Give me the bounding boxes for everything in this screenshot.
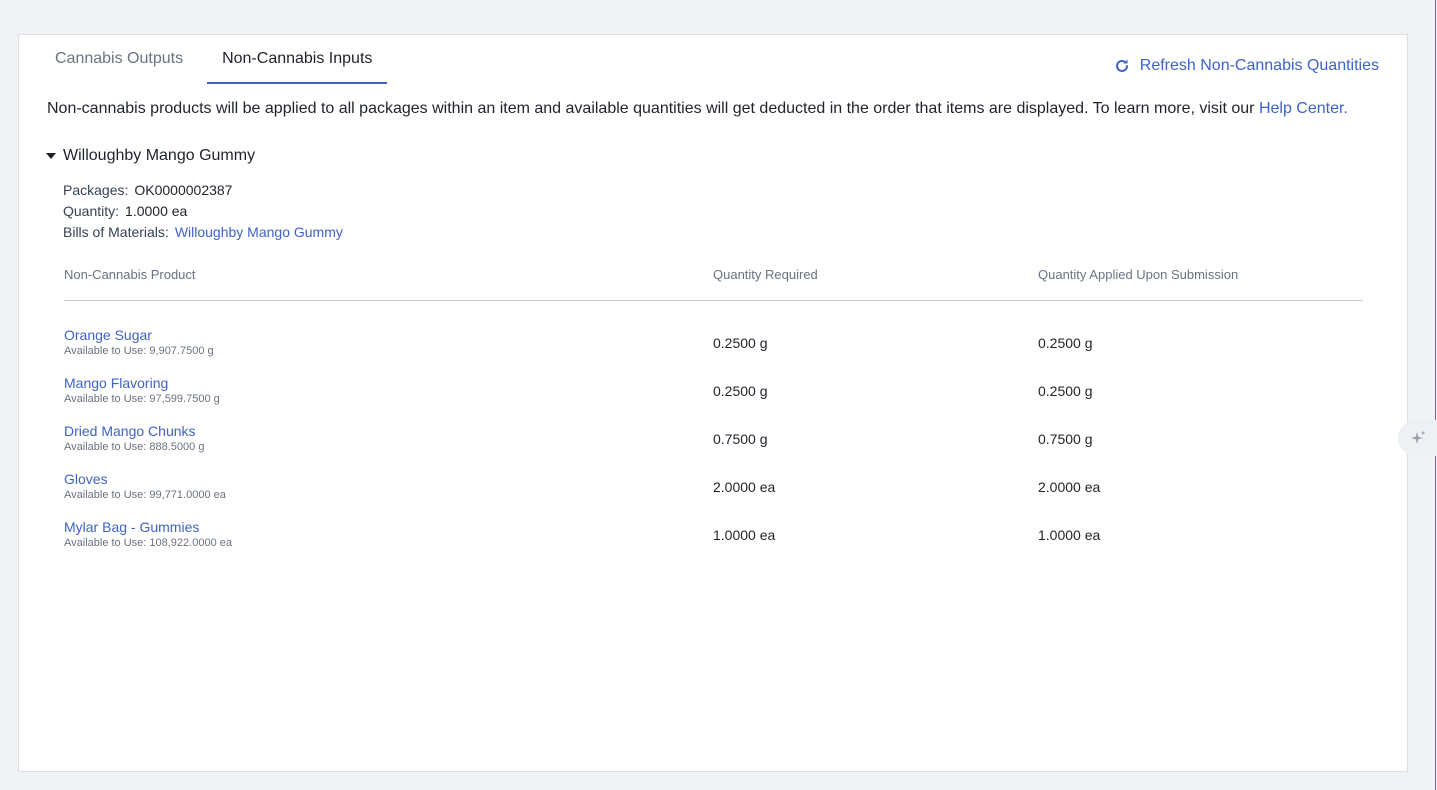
- refresh-label: Refresh Non-Cannabis Quantities: [1139, 57, 1379, 74]
- available-text: Available to Use: 888.5000 g: [64, 441, 205, 453]
- available-text: Available to Use: 108,922.0000 ea: [64, 537, 232, 549]
- product-cell: Mango Flavoring Available to Use: 97,599…: [64, 375, 713, 407]
- quantity-applied: 1.0000 ea: [1038, 527, 1101, 543]
- packages-value: OK0000002387: [134, 182, 233, 198]
- available-text: Available to Use: 99,771.0000 ea: [64, 489, 226, 501]
- product-link[interactable]: Mylar Bag - Gummies: [64, 519, 713, 535]
- table-row: Mylar Bag - Gummies Available to Use: 10…: [64, 511, 1363, 559]
- quantity-applied: 2.0000 ea: [1038, 479, 1101, 495]
- product-cell: Gloves Available to Use: 99,771.0000 ea: [64, 471, 713, 503]
- quantity-applied: 0.2500 g: [1038, 335, 1093, 351]
- table-row: Gloves Available to Use: 99,771.0000 ea …: [64, 463, 1363, 511]
- assistant-button[interactable]: [1398, 420, 1437, 456]
- tab-bar: Cannabis Outputs Non-Cannabis Inputs: [47, 35, 403, 84]
- available-text: Available to Use: 97,599.7500 g: [64, 393, 220, 405]
- available-text: Available to Use: 9,907.7500 g: [64, 345, 214, 357]
- product-cell: Mylar Bag - Gummies Available to Use: 10…: [64, 519, 713, 551]
- tab-cannabis-outputs[interactable]: Cannabis Outputs: [47, 35, 191, 84]
- product-cell: Dried Mango Chunks Available to Use: 888…: [64, 423, 713, 455]
- intro-text: Non-cannabis products will be applied to…: [47, 100, 1348, 118]
- product-link[interactable]: Orange Sugar: [64, 327, 713, 343]
- tab-label: Cannabis Outputs: [55, 49, 184, 67]
- quantity-required: 0.2500 g: [713, 335, 768, 351]
- refresh-quantities-button[interactable]: Refresh Non-Cannabis Quantities: [1114, 57, 1379, 75]
- quantity-applied: 0.7500 g: [1038, 431, 1093, 447]
- table-body: Orange Sugar Available to Use: 9,907.750…: [64, 301, 1363, 559]
- caret-down-icon: [46, 153, 56, 159]
- bom-label: Bills of Materials:: [63, 224, 169, 240]
- packages-label: Packages:: [63, 182, 129, 198]
- quantity-required: 0.7500 g: [713, 431, 768, 447]
- bom-link[interactable]: Willoughby Mango Gummy: [175, 224, 343, 240]
- table-row: Orange Sugar Available to Use: 9,907.750…: [64, 319, 1363, 367]
- header-quantity-required: Quantity Required: [713, 267, 818, 282]
- item-title: Willoughby Mango Gummy: [63, 147, 256, 164]
- product-link[interactable]: Mango Flavoring: [64, 375, 713, 391]
- quantity-required: 2.0000 ea: [713, 479, 776, 495]
- product-link[interactable]: Dried Mango Chunks: [64, 423, 713, 439]
- quantity-required: 1.0000 ea: [713, 527, 776, 543]
- packages-row: Packages: OK0000002387: [63, 180, 343, 201]
- sparkle-icon: [1411, 430, 1426, 444]
- help-center-link[interactable]: Help Center.: [1259, 100, 1348, 117]
- table-header: Non-Cannabis Product Quantity Required Q…: [64, 267, 1363, 301]
- non-cannabis-panel: Cannabis Outputs Non-Cannabis Inputs Ref…: [18, 34, 1408, 772]
- quantity-row: Quantity: 1.0000 ea: [63, 201, 343, 222]
- refresh-icon: [1115, 59, 1128, 72]
- product-link[interactable]: Gloves: [64, 471, 713, 487]
- non-cannabis-table: Non-Cannabis Product Quantity Required Q…: [64, 267, 1363, 559]
- quantity-applied: 0.2500 g: [1038, 383, 1093, 399]
- tab-non-cannabis-inputs[interactable]: Non-Cannabis Inputs: [207, 35, 388, 84]
- product-cell: Orange Sugar Available to Use: 9,907.750…: [64, 327, 713, 359]
- item-details: Packages: OK0000002387 Quantity: 1.0000 ea…: [63, 180, 343, 243]
- quantity-value: 1.0000 ea: [125, 203, 188, 219]
- table-row: Mango Flavoring Available to Use: 97,599…: [64, 367, 1363, 415]
- item-toggle[interactable]: Willoughby Mango Gummy: [46, 147, 255, 165]
- tab-label: Non-Cannabis Inputs: [222, 49, 373, 67]
- bom-row: Bills of Materials: Willoughby Mango Gumm…: [63, 222, 343, 243]
- window-edge-line: [1435, 0, 1436, 790]
- table-row: Dried Mango Chunks Available to Use: 888…: [64, 415, 1363, 463]
- header-quantity-applied: Quantity Applied Upon Submission: [1038, 267, 1239, 282]
- quantity-required: 0.2500 g: [713, 383, 768, 399]
- intro-body: Non-cannabis products will be applied to…: [47, 100, 1259, 117]
- quantity-label: Quantity:: [63, 203, 120, 219]
- header-product: Non-Cannabis Product: [64, 267, 196, 282]
